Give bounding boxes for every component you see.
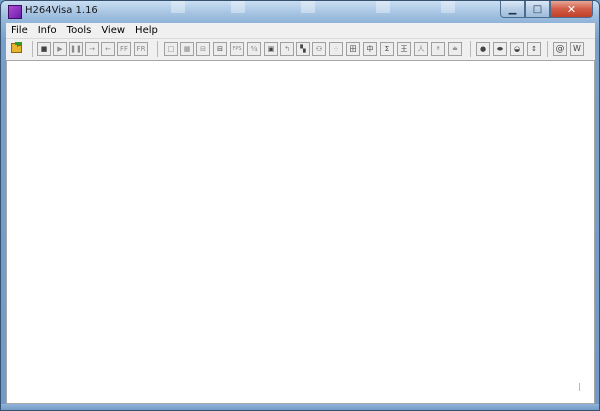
folder-shape [11,43,22,53]
fast-forward-button[interactable]: FF [117,42,131,56]
center-mark-button[interactable]: 中 [363,42,377,56]
split-horizontal-button[interactable]: ⊟ [213,42,227,56]
open-folder-icon[interactable] [10,42,24,56]
fast-rewind-button[interactable]: FR [134,42,148,56]
menu-tools[interactable]: Tools [62,23,97,38]
open-arrow-shape [15,42,22,45]
save-button[interactable]: ▣ [264,42,278,56]
at-button[interactable]: @ [553,42,567,56]
stop-button[interactable]: ■ [37,42,51,56]
maximize-button[interactable]: □ [525,1,550,18]
split-vertical-button[interactable]: ⊟ [196,42,210,56]
tee-button[interactable]: 王 [397,42,411,56]
circle-button[interactable]: ● [476,42,490,56]
close-button[interactable]: ✕ [550,1,593,18]
step-forward-button[interactable]: → [85,42,99,56]
up-down-button[interactable]: ↕ [527,42,541,56]
menu-help[interactable]: Help [130,23,163,38]
toolbar: ■ ▶ ❚❚ → ← FF FR □ ▦ ⊟ ⊟ FPS ⁶⁄₄ ▣ ↰ ▚ ⚇… [6,38,595,61]
app-icon[interactable] [8,5,22,19]
toolbar-separator [547,41,548,57]
video-display-area[interactable] [6,60,595,404]
person-button[interactable]: 人 [414,42,428,56]
window-title: H264Visa 1.16 [25,5,98,16]
step-back-button[interactable]: ← [101,42,115,56]
rotate-button[interactable]: ↰ [280,42,294,56]
menu-view[interactable]: View [96,23,130,38]
half-ellipse-button[interactable]: ◒ [510,42,524,56]
menu-bar: File Info Tools View Help [6,23,595,38]
title-bar[interactable]: H264Visa 1.16 ▁ □ ✕ [1,1,599,23]
background-thumbnail [301,1,315,13]
background-thumbnail [171,1,185,13]
background-thumbnail [231,1,245,13]
resize-grip[interactable] [579,383,580,391]
sum-button[interactable]: Σ [380,42,394,56]
menu-info[interactable]: Info [33,23,62,38]
fps-button[interactable]: FPS [230,42,244,56]
background-thumbnail [441,1,455,13]
equal-top-button[interactable]: ≐ [448,42,462,56]
play-button[interactable]: ▶ [53,42,67,56]
ellipse-button[interactable]: ⬬ [493,42,507,56]
window-frame-bottom [1,404,599,410]
window-controls: ▁ □ ✕ [500,1,593,19]
toolbar-separator [32,41,33,57]
toolbar-separator [470,41,471,57]
single-block-button[interactable]: □ [164,42,178,56]
binoculars-icon[interactable]: ⚇ [312,42,326,56]
w-button[interactable]: W [570,42,584,56]
minimize-button[interactable]: ▁ [500,1,525,18]
checker-button[interactable]: ▚ [296,42,310,56]
app-window: H264Visa 1.16 ▁ □ ✕ File Info Tools View… [0,0,600,411]
pause-button[interactable]: ❚❚ [69,42,83,56]
background-thumbnail [376,1,390,13]
menu-file[interactable]: File [6,23,33,38]
toolbar-separator [157,41,158,57]
small-a-button[interactable]: ª [431,42,445,56]
qp-button[interactable]: ⁶⁄₄ [247,42,261,56]
dots-button[interactable]: ⁘ [329,42,343,56]
grid-fine-button[interactable]: ▦ [180,42,194,56]
grid-cross-button[interactable]: 田 [346,42,360,56]
